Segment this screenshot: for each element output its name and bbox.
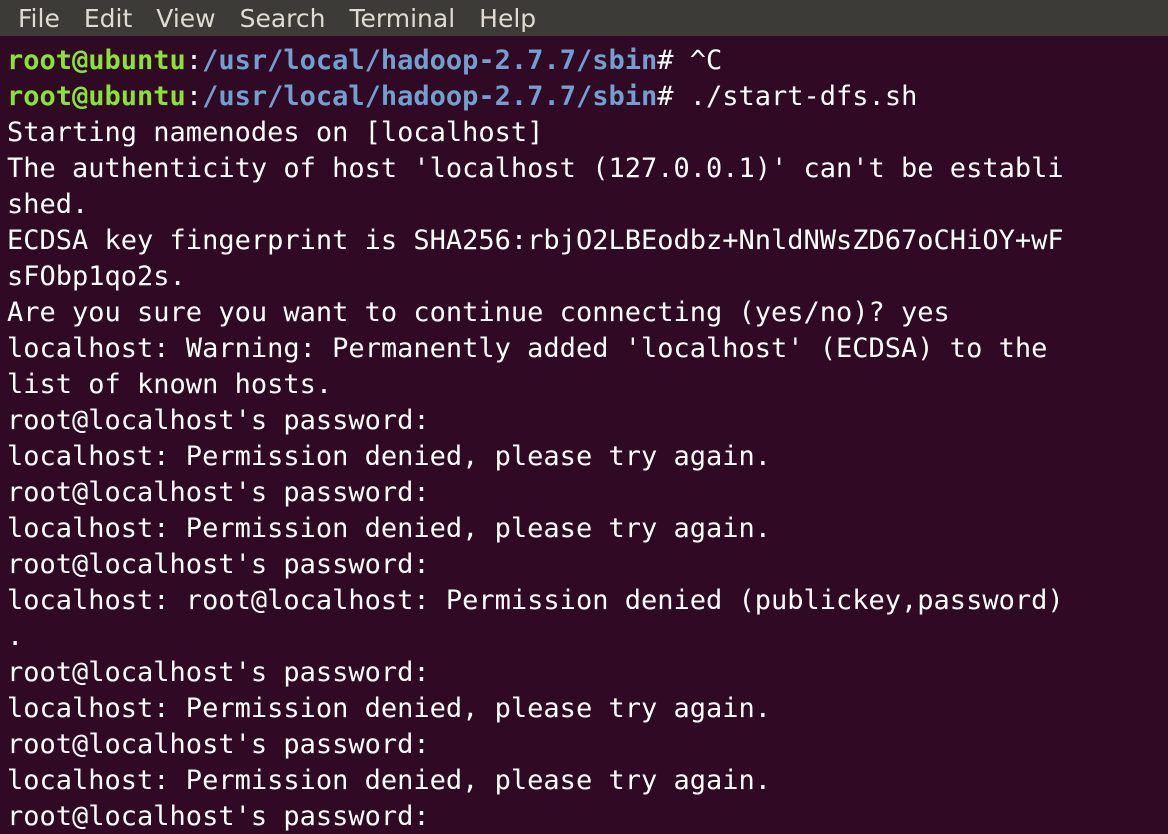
terminal-window: File Edit View Search Terminal Help root… [0, 0, 1168, 834]
output-line: localhost: Permission denied, please try… [7, 693, 772, 724]
output-line: Starting namenodes on [localhost] [7, 117, 544, 148]
menu-search[interactable]: Search [228, 4, 338, 33]
output-line: shed. [7, 189, 89, 220]
prompt-separator: : [185, 81, 203, 112]
menu-terminal[interactable]: Terminal [337, 4, 467, 33]
output-line: Are you sure you want to continue connec… [7, 297, 950, 328]
output-line: root@localhost's password: [7, 549, 430, 580]
output-line: localhost: Warning: Permanently added 'l… [7, 333, 1048, 364]
terminal-output[interactable]: root@ubuntu:/usr/local/hadoop-2.7.7/sbin… [7, 43, 1168, 834]
menu-help[interactable]: Help [467, 4, 548, 33]
prompt-line: root@ubuntu:/usr/local/hadoop-2.7.7/sbin… [7, 79, 1168, 115]
prompt-separator: : [185, 45, 203, 76]
prompt-command: ^C [689, 45, 723, 76]
prompt-user: root@ubuntu [7, 45, 186, 76]
output-line: root@localhost's password: [7, 405, 430, 436]
prompt-suffix: # [657, 81, 690, 112]
output-line: ECDSA key fingerprint is SHA256:rbjO2LBE… [7, 225, 1064, 256]
menu-file[interactable]: File [6, 4, 72, 33]
menu-bar: File Edit View Search Terminal Help [0, 0, 1168, 36]
prompt-path: /usr/local/hadoop-2.7.7/sbin [202, 81, 658, 112]
output-line: The authenticity of host 'localhost (127… [7, 153, 1064, 184]
prompt-user: root@ubuntu [7, 81, 186, 112]
output-line: list of known hosts. [7, 369, 333, 400]
output-line: . [7, 621, 24, 652]
output-line: localhost: root@localhost: Permission de… [7, 585, 1064, 616]
output-line: localhost: Permission denied, please try… [7, 441, 772, 472]
prompt-command: ./start-dfs.sh [689, 81, 918, 112]
output-line: root@localhost's password: [7, 657, 430, 688]
output-line: localhost: Permission denied, please try… [7, 513, 772, 544]
output-line: root@localhost's password: [7, 801, 430, 832]
prompt-line: root@ubuntu:/usr/local/hadoop-2.7.7/sbin… [7, 43, 1168, 79]
output-line: root@localhost's password: [7, 477, 430, 508]
output-line: localhost: Permission denied, please try… [7, 765, 772, 796]
prompt-suffix: # [657, 45, 690, 76]
output-line: root@localhost's password: [7, 729, 430, 760]
menu-edit[interactable]: Edit [72, 4, 144, 33]
prompt-path: /usr/local/hadoop-2.7.7/sbin [202, 45, 658, 76]
menu-view[interactable]: View [144, 4, 227, 33]
output-line: sFObp1qo2s. [7, 261, 186, 292]
